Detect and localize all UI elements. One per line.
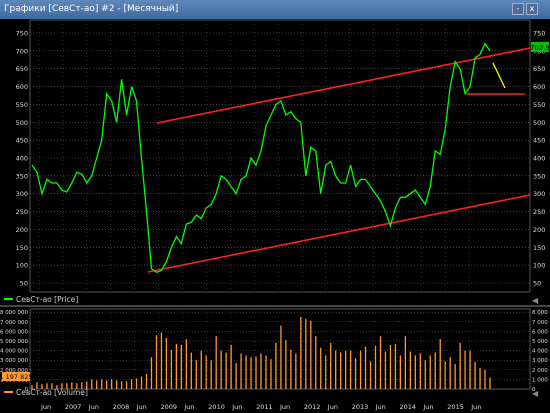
forecast-arrow[interactable] (492, 62, 506, 89)
time-axis-label: 2012 (304, 403, 321, 411)
price-axis-left: 750 700 650 600 550 500 450 400 350 300 250 200 150 1… (16, 30, 28, 288)
price-tick-label-right: 300 (533, 190, 545, 198)
price-tick-label-right: 450 (533, 137, 545, 145)
chart-area[interactable]: 750 700 650 600 550 500 450 400 350 300 250 200 150 1… (0, 0, 550, 413)
volume-tick-label-right: 6 000 000 (532, 329, 550, 335)
volume-tick-label-right: 7 000 000 (532, 320, 550, 326)
volume-tick-label-right: 2 000 000 (532, 368, 550, 374)
price-tick-label: 750 (16, 30, 28, 38)
time-axis-label: 2009 (161, 403, 178, 411)
volume-tick-label-right: 4 000 000 (532, 349, 550, 355)
time-axis-label: Jun (136, 403, 147, 411)
volume-tick-label: 3 000 000 (0, 358, 28, 364)
time-axis-label: Jun (231, 403, 242, 411)
svg-text:СевСт-ао [Price]: СевСт-ао [Price] (16, 295, 78, 304)
price-tick-label: 700 (16, 47, 28, 55)
time-axis-label: Jun (40, 403, 51, 411)
price-tick-label: 350 (16, 172, 28, 180)
volume-scroll-marker[interactable]: ◀ (532, 389, 539, 398)
time-axis-label: 2013 (352, 403, 369, 411)
volume-tick-label-right: 1 000 000 (532, 377, 550, 383)
price-tick-label-right: 600 (533, 83, 545, 91)
volume-tick-label: 6 000 000 (0, 329, 28, 335)
time-axis-label: 2007 (65, 403, 82, 411)
price-last-value-badge: 702.9 (530, 42, 550, 52)
time-axis-label: Jun (88, 403, 99, 411)
price-tick-label: 550 (16, 101, 28, 109)
time-axis-label: Jun (422, 403, 433, 411)
price-tick-label-right: 350 (533, 172, 545, 180)
time-axis-label: Jun (470, 403, 481, 411)
volume-legend: СевСт-ао [Volume] (4, 388, 88, 397)
volume-tick-label-right: 3 000 000 (532, 358, 550, 364)
price-tick-label-right: 650 (533, 65, 545, 73)
price-tick-label-right: 200 (533, 226, 545, 234)
price-tick-label: 150 (16, 244, 28, 252)
svg-text:СевСт-ао [Volume]: СевСт-ао [Volume] (16, 388, 88, 397)
price-tick-label: 450 (16, 137, 28, 145)
time-axis-label: 2014 (400, 403, 417, 411)
price-axis-right: 7507006506005505004504003503002502001501… (533, 30, 545, 288)
volume-tick-label: 7 000 000 (0, 320, 28, 326)
price-tick-label: 650 (16, 65, 28, 73)
time-axis-label: Jun (183, 403, 194, 411)
price-tick-label: 500 (16, 119, 28, 127)
price-tick-label: 50 (20, 280, 28, 288)
volume-tick-label-right: 8 000 000 (532, 310, 550, 316)
volume-tick-label: 8 000 000 (0, 310, 28, 316)
channel-lower-trendline[interactable] (147, 194, 531, 273)
price-tick-label: 400 (16, 155, 28, 163)
price-scroll-marker[interactable]: ◀ (532, 296, 539, 305)
price-tick-label-right: 50 (533, 280, 541, 288)
price-tick-label-right: 550 (533, 101, 545, 109)
price-tick-label: 100 (16, 262, 28, 270)
time-axis-label: Jun (279, 403, 290, 411)
chart-window: Графики [СевСт-ао] #2 - [Месячный] - x 7… (0, 0, 550, 413)
volume-tick-label: 5 000 000 (0, 339, 28, 345)
price-tick-label-right: 500 (533, 119, 545, 127)
time-axis-label: Jun (327, 403, 338, 411)
volume-tick-label: 4 000 000 (0, 349, 28, 355)
price-tick-label-right: 150 (533, 244, 545, 252)
price-tick-label: 600 (16, 83, 28, 91)
volume-tick-label-right: 5 000 000 (532, 339, 550, 345)
time-axis-label: Jun (375, 403, 386, 411)
price-legend: СевСт-ао [Price] (4, 295, 78, 304)
time-axis-label: 2011 (256, 403, 273, 411)
svg-text:702.9: 702.9 (530, 44, 550, 52)
price-tick-label-right: 100 (533, 262, 545, 270)
price-tick-label-right: 250 (533, 208, 545, 216)
price-tick-label-right: 400 (533, 155, 545, 163)
price-tick-label: 300 (16, 190, 28, 198)
volume-axis-right: 8 000 000 7 000 000 6 000 000 5 000 000 4 00… (532, 310, 550, 393)
price-tick-label: 200 (16, 226, 28, 234)
time-axis: Jun 2007 Jun 2008 Jun 2009 Jun 2010 Jun 2011 Jun 20… (38, 20, 481, 411)
time-axis-label: 2010 (208, 403, 225, 411)
price-tick-label: 250 (16, 208, 28, 216)
time-axis-label: 2008 (113, 403, 130, 411)
channel-upper-trendline[interactable] (156, 47, 531, 124)
price-tick-label-right: 750 (533, 30, 545, 38)
time-axis-label: 2015 (447, 403, 464, 411)
svg-text:1 197 825: 1 197 825 (0, 373, 33, 381)
volume-last-value-badge: 1 197 825 (0, 372, 33, 381)
